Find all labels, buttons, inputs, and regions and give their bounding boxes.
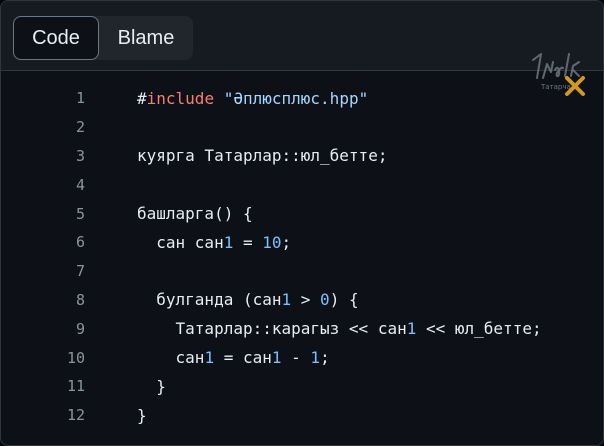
code-line: 8 булганда (сан1 > 0) { <box>1 286 603 315</box>
code-line: 4 <box>1 170 603 199</box>
file-toolbar: Code Blame <box>1 1 603 71</box>
code-line: 12} <box>1 401 603 430</box>
code-text: булганда (сан1 > 0) { <box>85 290 359 310</box>
code-token: } <box>137 376 166 396</box>
code-text: } <box>85 406 147 425</box>
code-line: 5 башларга() { <box>1 199 603 228</box>
code-token: ) { <box>329 290 359 310</box>
code-text: куярга Татарлар::юл_бетте; <box>85 146 387 165</box>
line-number[interactable]: 11 <box>1 377 85 395</box>
code-token: ; <box>320 348 330 368</box>
code-token: Татарлар::карагыз << сан <box>137 319 407 339</box>
line-number[interactable]: 6 <box>1 233 85 251</box>
code-viewer: Code Blame Татарча 1 #include "Әплюсплюс.… <box>0 0 604 446</box>
code-token: = сан <box>214 348 272 368</box>
line-number[interactable]: 1 <box>1 89 85 107</box>
code-text: сан сан1 = 10; <box>85 233 291 252</box>
line-number[interactable]: 10 <box>1 349 85 367</box>
code-token: include <box>146 88 215 108</box>
code-token: - <box>281 348 311 368</box>
code-token: башларга() { <box>137 204 253 224</box>
code-token: } <box>137 405 147 425</box>
code-token: # <box>137 88 147 108</box>
line-number[interactable]: 3 <box>1 147 85 165</box>
code-token: 10 <box>262 232 282 252</box>
code-text: сан1 = сан1 - 1; <box>85 348 330 367</box>
code-line: 10 сан1 = сан1 - 1; <box>1 343 603 372</box>
code-text: башларга() { <box>85 204 253 223</box>
code-token: куярга Татарлар::юл_бетте; <box>137 146 388 166</box>
code-token: << юл_бетте; <box>416 319 542 339</box>
code-line: 3 куярга Татарлар::юл_бетте; <box>1 142 603 171</box>
code-token: ; <box>281 232 292 252</box>
code-token: 1 <box>204 348 215 368</box>
code-line: 1 #include "Әплюсплюс.hpp" <box>1 84 603 113</box>
code-tab[interactable]: Code <box>13 16 99 60</box>
code-token: 1 <box>310 348 321 368</box>
code-token: "Әплюсплюс.hpp" <box>223 88 369 108</box>
code-text: } <box>85 377 166 396</box>
code-line: 9 Татарлар::карагыз << сан1 << юл_бетте; <box>1 314 603 343</box>
code-line: 2 <box>1 113 603 142</box>
code-token: 0 <box>320 290 330 310</box>
code-token: 1 <box>406 319 417 339</box>
blame-tab[interactable]: Blame <box>99 16 193 60</box>
code-token: 1 <box>271 348 282 368</box>
line-number[interactable]: 12 <box>1 406 85 424</box>
view-mode-toggle: Code Blame <box>13 16 193 60</box>
code-line: 7 <box>1 257 603 286</box>
code-line: 11 } <box>1 372 603 401</box>
line-number[interactable]: 5 <box>1 205 85 223</box>
code-text: #include "Әплюсплюс.hpp" <box>85 89 368 108</box>
line-number[interactable]: 4 <box>1 176 85 194</box>
code-token: 1 <box>223 232 234 252</box>
line-number[interactable]: 2 <box>1 118 85 136</box>
code-token: сан сан <box>137 232 224 252</box>
line-number[interactable]: 8 <box>1 291 85 309</box>
code-token: = <box>233 232 263 252</box>
line-number[interactable]: 7 <box>1 262 85 280</box>
code-token: сан <box>137 348 205 368</box>
code-line: 6 сан сан1 = 10; <box>1 228 603 257</box>
code-text: Татарлар::карагыз << сан1 << юл_бетте; <box>85 319 542 338</box>
line-number[interactable]: 9 <box>1 320 85 338</box>
code-listing: 1 #include "Әплюсплюс.hpp" 2 3 куярга Татарл… <box>1 84 603 430</box>
code-token: > <box>291 290 321 310</box>
code-token: булганда (сан <box>137 290 282 310</box>
code-token: 1 <box>281 290 292 310</box>
